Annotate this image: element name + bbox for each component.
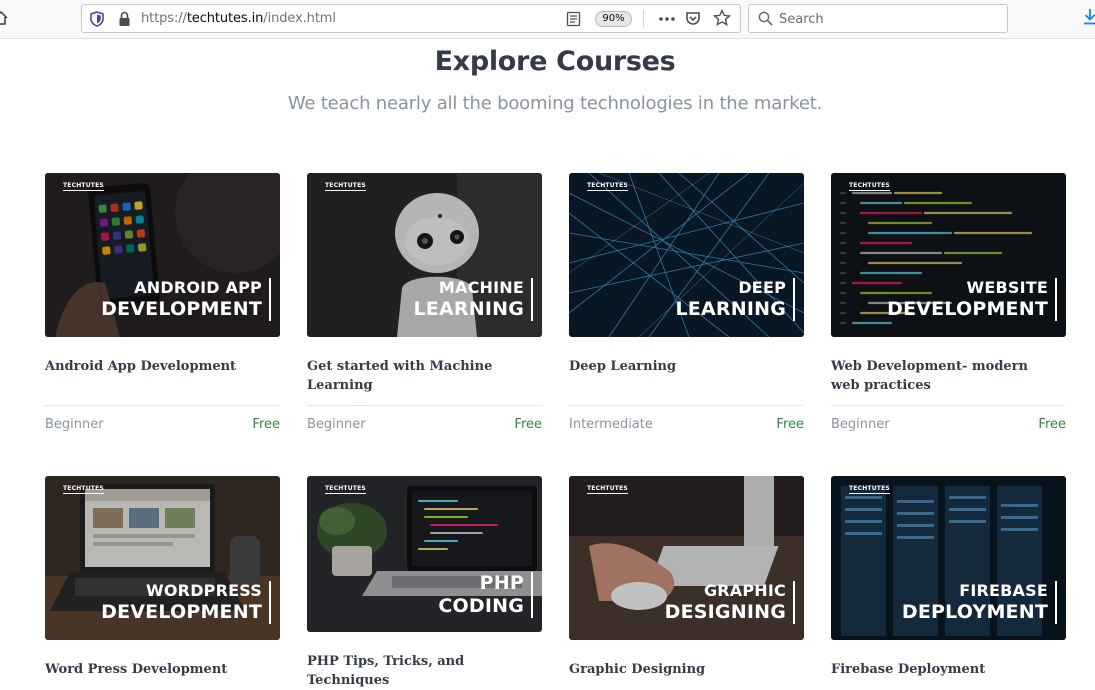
brand-logo: TECHTUTES — [587, 182, 628, 191]
course-thumbnail[interactable]: TECHTUTES PHP CODING — [307, 476, 542, 632]
download-icon[interactable] — [1082, 8, 1095, 26]
course-card-wordpress[interactable]: TECHTUTES WORDPRESS DEVELOPMENT Word Pre… — [45, 476, 280, 690]
url-text[interactable]: https://techtutes.in/index.html — [141, 11, 336, 26]
caption-line-1: WEBSITE — [966, 278, 1048, 297]
brand-logo: TECHTUTES — [849, 485, 890, 494]
course-level: Beginner — [831, 417, 890, 432]
course-title[interactable]: Graphic Designing — [569, 660, 799, 690]
caption-line-1: WORDPRESS — [146, 581, 262, 600]
caption-line-2: DEPLOYMENT — [901, 601, 1048, 623]
caption-line-1: DEEP — [738, 278, 786, 297]
caption-line-2: DEVELOPMENT — [101, 601, 262, 623]
caption-line-1: MACHINE — [438, 278, 524, 297]
brand-logo: TECHTUTES — [325, 182, 366, 191]
thumbnail-caption: GRAPHIC DESIGNING — [665, 581, 795, 624]
caption-line-2: CODING — [438, 595, 524, 617]
caption-line-1: ANDROID APP — [134, 278, 262, 297]
page-subtitle: We teach nearly all the booming technolo… — [287, 93, 823, 114]
thumbnail-caption: DEEP LEARNING — [675, 278, 795, 321]
course-level: Beginner — [45, 417, 104, 432]
course-price: Free — [1038, 417, 1066, 432]
course-level: Beginner — [307, 417, 366, 432]
thumbnail-caption: ANDROID APP DEVELOPMENT — [101, 278, 271, 321]
bookmark-star-icon[interactable] — [713, 9, 731, 27]
course-title[interactable]: PHP Tips, Tricks, and Techniques — [307, 652, 537, 690]
lock-icon[interactable] — [118, 11, 131, 27]
course-thumbnail[interactable]: TECHTUTES FIREBASE DEPLOYMENT — [831, 476, 1066, 640]
course-thumbnail[interactable]: TECHTUTES WORDPRESS DEVELOPMENT — [45, 476, 280, 640]
thumbnail-caption: WORDPRESS DEVELOPMENT — [101, 581, 271, 624]
brand-logo: TECHTUTES — [63, 485, 104, 494]
course-title[interactable]: Web Development- modern web practices — [831, 357, 1061, 395]
course-level: Intermediate — [569, 417, 653, 432]
course-footer: Beginner Free — [831, 405, 1066, 441]
course-card-android[interactable]: TECHTUTES ANDROID APP DEVELOPMENT Androi… — [45, 173, 280, 441]
course-title[interactable]: Word Press Development — [45, 660, 275, 690]
course-title[interactable]: Android App Development — [45, 357, 275, 395]
search-bar[interactable] — [748, 4, 1008, 33]
course-thumbnail[interactable]: TECHTUTES ANDROID APP DEVELOPMENT — [45, 173, 280, 337]
tracking-protection-shield-icon[interactable] — [90, 11, 104, 27]
reader-view-icon[interactable] — [566, 11, 581, 27]
caption-line-2: LEARNING — [675, 298, 786, 320]
url-separator — [643, 10, 644, 28]
course-card-deep-learning[interactable]: TECHTUTES DEEP LEARNING Deep Learning In… — [569, 173, 804, 441]
pocket-icon[interactable] — [685, 10, 701, 28]
thumbnail-caption: MACHINE LEARNING — [413, 278, 533, 321]
course-footer: Intermediate Free — [569, 405, 804, 441]
course-footer: Beginner Free — [307, 405, 542, 441]
home-icon[interactable] — [0, 10, 8, 26]
course-thumbnail[interactable]: TECHTUTES WEBSITE DEVELOPMENT — [831, 173, 1066, 337]
search-icon — [758, 11, 773, 26]
caption-line-1: PHP — [479, 572, 524, 594]
course-card-machine-learning[interactable]: TECHTUTES MACHINE LEARNING Get started w… — [307, 173, 542, 441]
caption-line-2: DEVELOPMENT — [887, 298, 1048, 320]
brand-logo: TECHTUTES — [849, 182, 890, 191]
brand-logo: TECHTUTES — [63, 182, 104, 191]
course-footer: Beginner Free — [45, 405, 280, 441]
search-input[interactable] — [779, 8, 999, 30]
caption-line-2: DESIGNING — [664, 601, 786, 623]
course-price: Free — [252, 417, 280, 432]
url-host: techtutes.in — [186, 11, 264, 26]
thumbnail-caption: FIREBASE DEPLOYMENT — [902, 581, 1057, 624]
course-price: Free — [514, 417, 542, 432]
thumbnail-caption: PHP CODING — [438, 572, 533, 618]
course-title[interactable]: Deep Learning — [569, 357, 799, 395]
course-card-firebase[interactable]: TECHTUTES FIREBASE DEPLOYMENT Firebase D… — [831, 476, 1066, 690]
course-title[interactable]: Firebase Deployment — [831, 660, 1061, 690]
thumbnail-caption: WEBSITE DEVELOPMENT — [887, 278, 1057, 321]
address-bar[interactable]: https://techtutes.in/index.html 90% — [81, 4, 741, 33]
course-card-graphic-designing[interactable]: TECHTUTES GRAPHIC DESIGNING Graphic Desi… — [569, 476, 804, 690]
caption-line-1: FIREBASE — [959, 581, 1048, 600]
page-title: Explore Courses — [434, 46, 676, 77]
course-card-web-development[interactable]: TECHTUTES WEBSITE DEVELOPMENT Web Develo… — [831, 173, 1066, 441]
course-title[interactable]: Get started with Machine Learning — [307, 357, 537, 395]
course-price: Free — [776, 417, 804, 432]
caption-line-2: DEVELOPMENT — [101, 298, 262, 320]
caption-line-1: GRAPHIC — [703, 581, 786, 600]
url-scheme: https:// — [141, 11, 187, 26]
zoom-level-badge[interactable]: 90% — [595, 11, 632, 27]
course-thumbnail[interactable]: TECHTUTES GRAPHIC DESIGNING — [569, 476, 804, 640]
caption-line-2: LEARNING — [413, 298, 524, 320]
browser-toolbar: https://techtutes.in/index.html 90% — [0, 0, 1095, 39]
page-actions-more-icon[interactable] — [657, 9, 677, 29]
course-card-php[interactable]: TECHTUTES PHP CODING PHP Tips, Tricks, a… — [307, 476, 542, 690]
brand-logo: TECHTUTES — [325, 485, 366, 494]
brand-logo: TECHTUTES — [587, 485, 628, 494]
course-thumbnail[interactable]: TECHTUTES MACHINE LEARNING — [307, 173, 542, 337]
course-thumbnail[interactable]: TECHTUTES DEEP LEARNING — [569, 173, 804, 337]
url-path: /index.html — [263, 11, 336, 26]
